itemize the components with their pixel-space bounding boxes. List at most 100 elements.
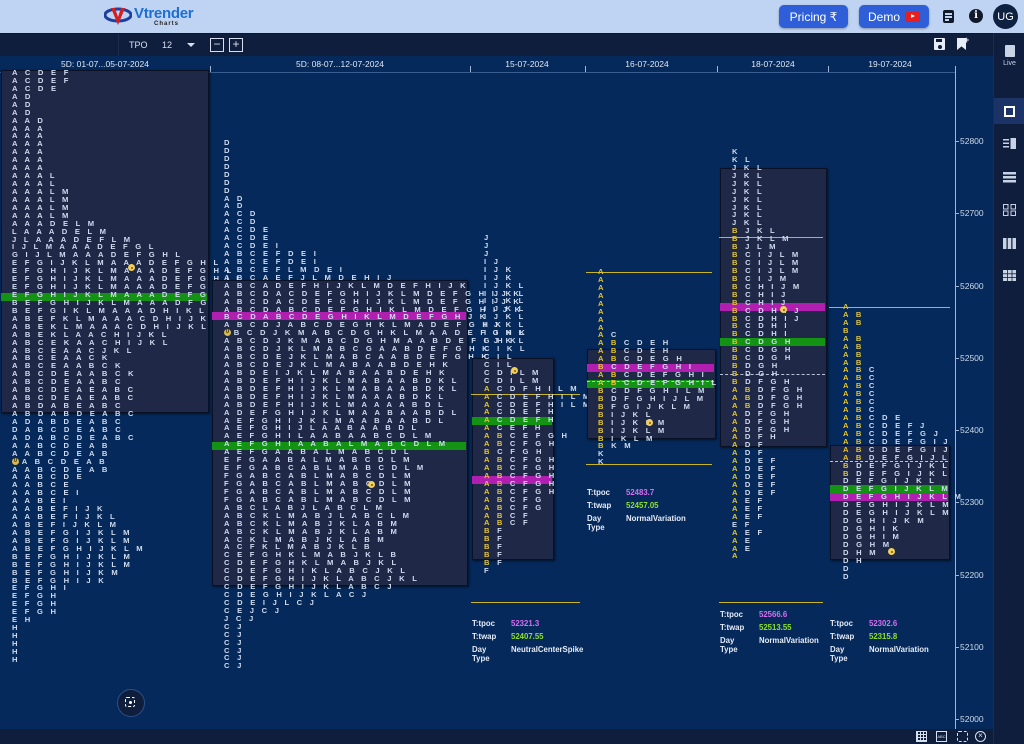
grid-3x3-icon — [1003, 269, 1016, 281]
rows-layout-icon — [1003, 171, 1016, 182]
live-button[interactable]: Live — [994, 45, 1024, 67]
brand-name: Vtrender — [134, 5, 194, 22]
info-icon[interactable]: i — [969, 9, 983, 23]
session-date-label: 15-07-2024 — [505, 59, 549, 69]
stat-tpoc-value: 52321.3 — [511, 619, 540, 628]
session-divider-tick — [585, 66, 586, 72]
close-marker-icon — [511, 367, 518, 374]
session-date-label: 18-07-2024 — [751, 59, 795, 69]
price-tick-label: 52100 — [960, 641, 984, 652]
tpo-size-select[interactable]: 12 — [162, 40, 172, 50]
price-tick-mark — [955, 357, 959, 359]
close-icon[interactable]: × — [975, 731, 986, 742]
logo-mark-icon — [104, 7, 132, 25]
initial-balance-line — [719, 602, 823, 603]
session-divider-tick — [717, 66, 718, 72]
columns-icon — [1003, 237, 1016, 249]
price-tick-label: 52700 — [960, 208, 984, 219]
close-marker-icon — [128, 264, 135, 271]
stat-daytype-label: Day Type — [472, 645, 490, 663]
layout-split-button[interactable] — [994, 130, 1024, 156]
stat-twap-label: T:twap — [587, 501, 612, 510]
demo-label: Demo — [867, 9, 900, 24]
price-tick-label: 52000 — [960, 714, 984, 724]
stat-twap-label: T:twap — [720, 623, 745, 632]
brand-sub: Charts — [154, 21, 180, 27]
save-icon[interactable] — [934, 38, 945, 50]
tpo-row: F — [484, 566, 492, 576]
stat-tpoc-value: 52566.6 — [759, 610, 788, 619]
stat-tpoc-label: T:tpoc — [587, 488, 610, 497]
price-tick-mark — [955, 430, 959, 431]
chevron-down-icon[interactable] — [187, 43, 195, 47]
layout-columns-button[interactable] — [994, 230, 1024, 256]
price-tick-label: 52500 — [960, 352, 984, 363]
price-tick-mark — [955, 646, 959, 648]
stat-daytype-value: NormalVariation — [626, 514, 686, 523]
layout-grid-button[interactable] — [994, 197, 1024, 223]
focus-icon[interactable] — [957, 731, 968, 742]
stat-twap-value: 52315.8 — [869, 632, 898, 641]
stat-daytype-label: Day Type — [587, 514, 605, 532]
stat-daytype-label: Day Type — [830, 645, 848, 663]
price-tick-mark — [955, 285, 959, 287]
zoom-in-button[interactable]: + — [229, 38, 243, 52]
stat-daytype-label: Day Type — [720, 636, 738, 654]
tpo-chart[interactable]: 5D: 01-07...05-07-2024 5D: 08-07...12-07-… — [0, 56, 993, 729]
demo-button[interactable]: Demo — [859, 5, 929, 28]
zoom-out-button[interactable]: − — [210, 38, 224, 52]
grid-toggle-icon[interactable] — [916, 731, 927, 742]
price-tick-label: 52400 — [960, 425, 984, 435]
avatar-initials: UG — [997, 10, 1014, 23]
session-date-label: 5D: 08-07...12-07-2024 — [296, 59, 384, 69]
session-divider-tick — [210, 66, 211, 72]
stat-daytype-value: NormalVariation — [759, 636, 819, 645]
session-date-label: 16-07-2024 — [625, 59, 669, 69]
stat-twap-value: 52513.55 — [759, 623, 792, 632]
price-tick-label: 52600 — [960, 280, 984, 291]
stat-tpoc-label: T:tpoc — [830, 619, 853, 628]
layout-sidebar: Live — [993, 33, 1024, 744]
split-layout-icon — [1003, 137, 1016, 149]
layout-3x3-button[interactable] — [994, 262, 1024, 288]
price-tick-mark — [955, 719, 959, 720]
stat-tpoc-value: 52302.6 — [869, 619, 898, 628]
session-date-label: 19-07-2024 — [868, 59, 912, 69]
tpo-row: K — [598, 457, 607, 467]
price-tick-mark — [955, 141, 959, 142]
recenter-button[interactable] — [117, 689, 145, 717]
initial-balance-line — [471, 602, 580, 603]
tpo-row: C J — [224, 661, 245, 671]
layout-rows-button[interactable] — [994, 164, 1024, 190]
avatar[interactable]: UG — [993, 4, 1018, 29]
stat-tpoc-value: 52483.7 — [626, 488, 655, 497]
session-date-label: 5D: 01-07...05-07-2024 — [61, 59, 149, 69]
vtrender-logo[interactable]: Vtrender Charts — [104, 4, 194, 30]
close-marker-icon — [888, 548, 895, 555]
close-marker-icon — [780, 306, 787, 313]
stat-twap-value: 52407.55 — [511, 632, 544, 641]
stat-twap-label: T:twap — [472, 632, 497, 641]
mode-label: TPO — [129, 40, 148, 50]
stat-daytype-value: NormalVariation — [869, 645, 929, 654]
chart-toolbar: TPO 12 − + + — [0, 33, 993, 56]
youtube-icon — [905, 11, 920, 22]
session-divider-tick — [470, 66, 471, 72]
live-label: Live — [1003, 60, 1016, 67]
price-tick-mark — [955, 574, 959, 576]
layout-single-button[interactable] — [994, 98, 1024, 124]
bookmark-plus-icon: + — [964, 35, 970, 45]
pricing-label: Pricing ₹ — [789, 9, 838, 24]
price-tick-mark — [955, 502, 959, 504]
top-bar: Vtrender Charts Pricing ₹ Demo i UG — [0, 0, 1024, 33]
tpo-row: A — [732, 551, 741, 561]
open-marker-icon: 0 — [12, 457, 19, 465]
pricing-button[interactable]: Pricing ₹ — [779, 5, 848, 28]
stat-tpoc-label: T:tpoc — [720, 610, 743, 619]
single-square-icon — [1004, 105, 1015, 117]
letters-toggle-icon[interactable]: ABC — [936, 731, 947, 742]
notes-icon[interactable] — [943, 10, 954, 23]
toolbar-divider — [118, 34, 119, 56]
close-marker-icon — [646, 419, 653, 426]
price-tick-label: 52200 — [960, 569, 984, 580]
